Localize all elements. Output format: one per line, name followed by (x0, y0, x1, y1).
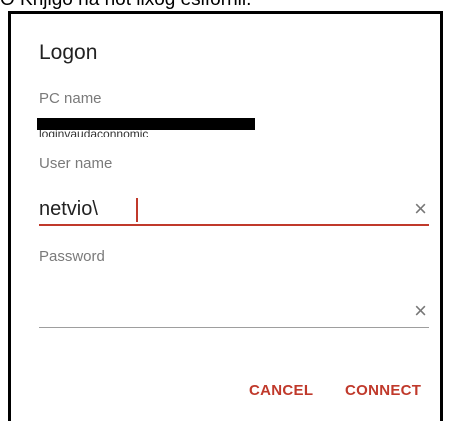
clear-user-name-icon[interactable]: × (414, 196, 427, 222)
background-text: O Knjigo na not lixog esifornil. (0, 0, 451, 11)
user-name-label: User name (39, 155, 113, 172)
password-field[interactable]: × (39, 296, 429, 328)
dialog-title: Logon (39, 41, 98, 64)
pc-name-label: PC name (39, 90, 102, 107)
user-name-field[interactable]: netvio\ × (39, 194, 429, 226)
text-caret (136, 198, 138, 222)
redaction-bar (37, 118, 255, 130)
cancel-button[interactable]: CANCEL (249, 382, 313, 399)
logon-dialog: Logon PC name loginvaudaconnomic User na… (8, 11, 443, 421)
connect-button[interactable]: CONNECT (345, 382, 421, 399)
password-label: Password (39, 248, 105, 265)
clear-password-icon[interactable]: × (414, 298, 427, 324)
user-name-value: netvio\ (39, 198, 98, 220)
